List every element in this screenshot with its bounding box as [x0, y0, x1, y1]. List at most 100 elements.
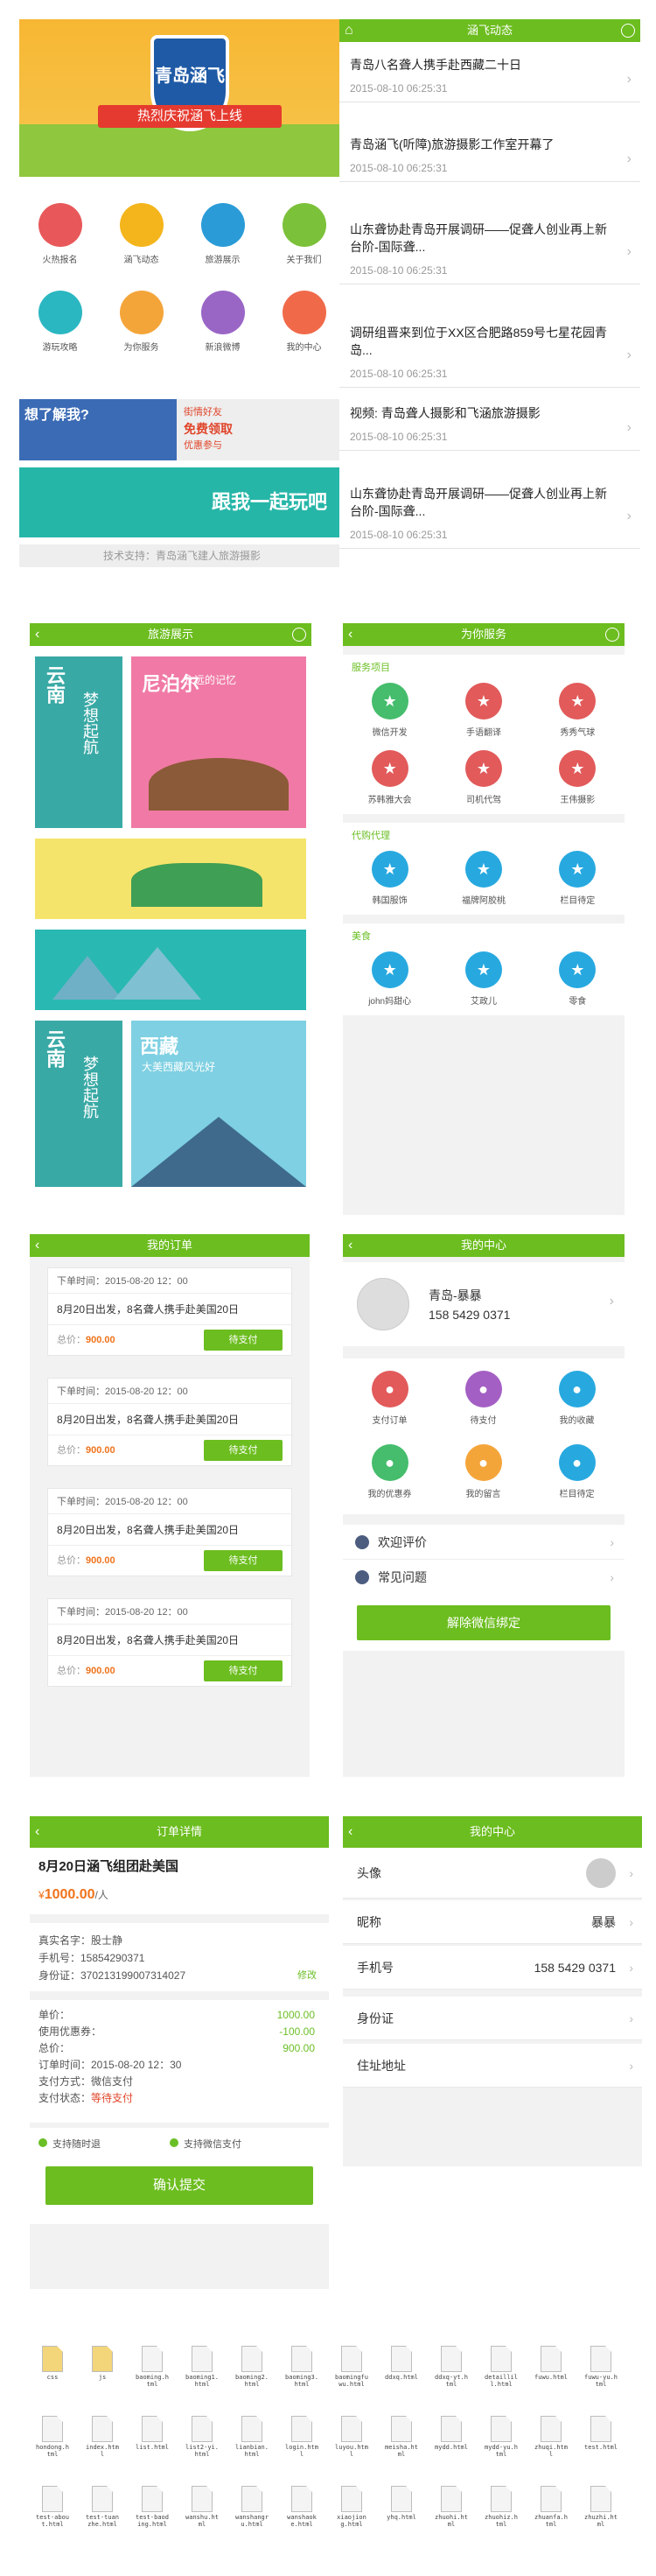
file-item[interactable]: meisha.html [384, 2416, 419, 2458]
file-item[interactable]: css [35, 2346, 70, 2381]
file-item[interactable]: wanshaoke.html [284, 2486, 319, 2528]
link-rate[interactable]: 欢迎评价 › [343, 1525, 625, 1560]
file-item[interactable]: test.html [583, 2416, 618, 2451]
home-icon-item[interactable]: 关于我们 [263, 203, 345, 265]
user-icon[interactable] [605, 628, 619, 642]
service-item[interactable]: ★ 王伟摄影 [531, 750, 624, 805]
file-item[interactable]: test-tuanzhe.html [85, 2486, 120, 2528]
file-item[interactable]: zhuohi.html [434, 2486, 469, 2528]
file-item[interactable]: zhuqi.html [534, 2416, 569, 2458]
avatar[interactable] [357, 1278, 409, 1330]
banner[interactable]: 青岛涵飞 热烈庆祝涵飞上线 [19, 19, 345, 177]
avatar[interactable] [586, 1858, 616, 1888]
back-icon[interactable]: ‹ [348, 623, 352, 646]
travel-card[interactable]: 云南 梦想起航 [35, 1021, 122, 1187]
travel-banner[interactable] [35, 839, 306, 919]
file-item[interactable]: baoming3.html [284, 2346, 319, 2388]
travel-card[interactable]: 西藏 大美西藏风光好 [131, 1021, 306, 1187]
order-card[interactable]: 下单时间：2015-08-20 12：00 8月20日出发，8名聋人携手赴美国2… [47, 1267, 292, 1356]
file-item[interactable]: wanshu.html [185, 2486, 220, 2528]
file-item[interactable]: baomingfuwu.html [334, 2346, 369, 2388]
confirm-submit-button[interactable]: 确认提交 [45, 2166, 313, 2205]
news-item[interactable]: 青岛八名聋人携手赴西藏二十日 2015-08-10 06:25:31 › [339, 47, 640, 102]
service-item[interactable]: ★ 苏韩雅大会 [344, 750, 436, 805]
file-item[interactable]: zhuohiz.html [484, 2486, 519, 2528]
center-icon-item[interactable]: ● 我的收藏 [530, 1371, 624, 1426]
news-item[interactable]: 山东聋协赴青岛开展调研——促聋人创业再上新台阶-国际聋... 2015-08-1… [339, 476, 640, 549]
news-item[interactable]: 调研组晋来到位于XX区合肥路859号七星花园青岛... 2015-08-10 0… [339, 315, 640, 388]
file-item[interactable]: ddxq-yt.html [434, 2346, 469, 2388]
service-item[interactable]: ★ 艾政儿 [437, 951, 530, 1007]
service-item[interactable]: ★ 韩国服饰 [344, 851, 436, 906]
edit-link[interactable]: 修改 [297, 1967, 317, 1984]
promo-banner-2[interactable]: 跟我一起玩吧 [19, 467, 345, 537]
file-item[interactable]: baoming2.html [234, 2346, 269, 2388]
profile-row[interactable]: 头像 › [343, 1848, 642, 1899]
back-icon[interactable]: ‹ [348, 1816, 352, 1848]
service-item[interactable]: ★ 零食 [531, 951, 624, 1007]
file-item[interactable]: login.html [284, 2416, 319, 2458]
center-icon-item[interactable]: ● 待支付 [436, 1371, 530, 1426]
home-icon-item[interactable]: 旅游展示 [182, 203, 263, 265]
file-item[interactable]: xiaojiong.html [334, 2486, 369, 2528]
service-item[interactable]: ★ 福牌阿胶桃 [437, 851, 530, 906]
profile-card[interactable]: 青岛-暴暴 158 5429 0371 › [343, 1262, 625, 1346]
unbind-wechat-button[interactable]: 解除微信绑定 [343, 1595, 625, 1651]
travel-banner[interactable] [35, 930, 306, 1010]
travel-card[interactable]: 云南 梦想起航 [35, 656, 122, 828]
news-item[interactable]: 青岛涵飞(听障)旅游摄影工作室开幕了 2015-08-10 06:25:31 › [339, 127, 640, 182]
file-item[interactable]: ddxq.html [384, 2346, 419, 2381]
home-icon[interactable]: ⌂ [345, 19, 353, 42]
file-item[interactable]: zhuzhi.html [583, 2486, 618, 2528]
pay-button[interactable]: 待支付 [204, 1330, 283, 1351]
home-icon-item[interactable]: 游玩攻略 [19, 291, 101, 353]
link-faq[interactable]: 常见问题 › [343, 1560, 625, 1595]
back-icon[interactable]: ‹ [35, 623, 39, 646]
file-item[interactable]: test-about.html [35, 2486, 70, 2528]
order-card[interactable]: 下单时间：2015-08-20 12：00 8月20日出发，8名聋人携手赴美国2… [47, 1378, 292, 1466]
service-item[interactable]: ★ 手语翻译 [437, 683, 530, 738]
check-icon[interactable] [38, 2138, 47, 2147]
file-item[interactable]: fuwu-yu.html [583, 2346, 618, 2388]
home-icon-item[interactable]: 新浪微博 [182, 291, 263, 353]
promo-banner-1[interactable]: 想了解我? 街情好友 免费领取 优惠参与 [19, 394, 345, 464]
file-item[interactable]: list2-yi.html [185, 2416, 220, 2458]
pay-button[interactable]: 待支付 [204, 1550, 283, 1571]
pay-button[interactable]: 待支付 [204, 1440, 283, 1461]
center-icon-item[interactable]: ● 栏目待定 [530, 1444, 624, 1499]
profile-row[interactable]: 手机号 158 5429 0371 › [343, 1946, 642, 1990]
file-item[interactable]: hondong.html [35, 2416, 70, 2458]
file-item[interactable]: yhq.html [384, 2486, 419, 2521]
back-icon[interactable]: ‹ [35, 1816, 39, 1848]
profile-row[interactable]: 身份证 › [343, 1997, 642, 2040]
service-item[interactable]: ★ 秀秀气球 [531, 683, 624, 738]
home-icon-item[interactable]: 我的中心 [263, 291, 345, 353]
pay-button[interactable]: 待支付 [204, 1660, 283, 1681]
service-item[interactable]: ★ 司机代驾 [437, 750, 530, 805]
file-item[interactable]: test-baoding.html [135, 2486, 170, 2528]
file-item[interactable]: wanshangru.html [234, 2486, 269, 2528]
file-item[interactable]: baoming.html [135, 2346, 170, 2388]
back-icon[interactable]: ‹ [35, 1234, 39, 1257]
file-item[interactable]: js [85, 2346, 120, 2381]
center-icon-item[interactable]: ● 支付订单 [343, 1371, 436, 1426]
file-item[interactable]: detaillill.html [484, 2346, 519, 2388]
file-item[interactable]: list.html [135, 2416, 170, 2451]
center-icon-item[interactable]: ● 我的优惠券 [343, 1444, 436, 1499]
profile-row[interactable]: 昵称 暴暴 › [343, 1900, 642, 1944]
order-card[interactable]: 下单时间：2015-08-20 12：00 8月20日出发，8名聋人携手赴美国2… [47, 1598, 292, 1687]
profile-row[interactable]: 住址地址 › [343, 2044, 642, 2088]
order-card[interactable]: 下单时间：2015-08-20 12：00 8月20日出发，8名聋人携手赴美国2… [47, 1488, 292, 1576]
center-icon-item[interactable]: ● 我的留言 [436, 1444, 530, 1499]
file-item[interactable]: zhuanfa.html [534, 2486, 569, 2528]
service-item[interactable]: ★ 微信开发 [344, 683, 436, 738]
home-icon-item[interactable]: 火热报名 [19, 203, 101, 265]
file-item[interactable]: lianbian.html [234, 2416, 269, 2458]
user-icon[interactable] [292, 628, 306, 642]
file-item[interactable]: luyou.html [334, 2416, 369, 2458]
service-item[interactable]: ★ 栏目待定 [531, 851, 624, 906]
file-item[interactable]: mydd.html [434, 2416, 469, 2451]
check-icon[interactable] [170, 2138, 178, 2147]
service-item[interactable]: ★ john妈甜心 [344, 951, 436, 1007]
home-icon-item[interactable]: 为你服务 [101, 291, 182, 353]
